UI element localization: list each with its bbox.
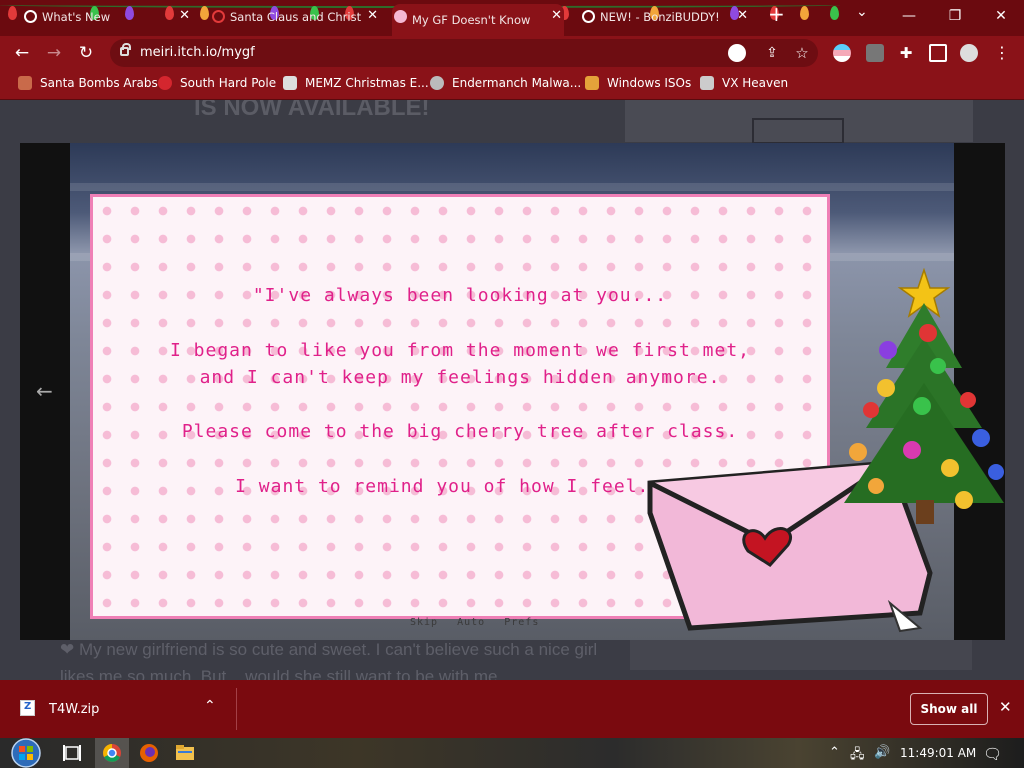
envelope-thumbnail xyxy=(752,118,844,144)
auto-button[interactable]: Auto xyxy=(457,617,485,628)
snowflake-icon xyxy=(158,76,172,90)
bookmark-memz-christmas[interactable]: MEMZ Christmas E... xyxy=(283,76,429,90)
letter-icon xyxy=(394,10,407,23)
santa-icon xyxy=(18,76,32,90)
lock-icon[interactable] xyxy=(120,43,131,56)
santa-icon xyxy=(212,10,225,23)
skip-button[interactable]: Skip xyxy=(410,617,438,628)
menu-dots-icon[interactable]: ⋮ xyxy=(990,42,1014,64)
tray-overflow-chevron-icon[interactable]: ⌃ xyxy=(829,745,840,760)
memz-icon xyxy=(283,76,297,90)
tab-my-gf[interactable]: My GF Doesn't Know ✕ xyxy=(392,4,564,36)
bookmark-endermanch-malware[interactable]: Endermanch Malwa... xyxy=(430,76,581,90)
game-screenshot: "I've always been looking at you... I be… xyxy=(70,143,954,640)
close-shelf-icon[interactable]: ✕ xyxy=(999,698,1012,716)
file-explorer-icon[interactable] xyxy=(174,742,196,764)
download-file-name[interactable]: T4W.zip xyxy=(49,702,99,717)
side-panel-icon[interactable] xyxy=(929,44,947,62)
profile-avatar-icon[interactable] xyxy=(960,44,978,62)
minimize-button[interactable]: — xyxy=(886,4,932,28)
extension-s-icon[interactable] xyxy=(866,44,884,62)
tab-santa-claus[interactable]: Santa Claus and Christ ✕ xyxy=(210,4,380,30)
letter-line: and I can't keep my feelings hidden anym… xyxy=(199,367,721,388)
bulb-icon xyxy=(800,6,809,20)
start-orb-icon[interactable] xyxy=(8,738,44,768)
firefox-icon[interactable] xyxy=(138,742,160,764)
letter-line: Please come to the big cherry tree after… xyxy=(181,421,739,442)
letter-line: "I've always been looking at you... xyxy=(252,285,668,306)
windows-taskbar: ⌃ 🖧 🔊 11:49:01 AM 🗨 xyxy=(0,738,1024,768)
background-panel xyxy=(630,640,972,670)
zip-file-icon xyxy=(20,700,35,716)
chrome-taskbar-icon[interactable] xyxy=(95,738,129,768)
tab-search-chevron-icon[interactable]: ⌄ xyxy=(856,4,868,20)
network-icon[interactable]: 🖧 xyxy=(850,745,865,767)
forward-button[interactable]: → xyxy=(42,42,66,64)
reload-button[interactable]: ↻ xyxy=(74,42,98,64)
task-view-icon[interactable] xyxy=(61,742,83,764)
google-icon[interactable] xyxy=(728,44,746,62)
browser-toolbar: ← → ↻ meiri.itch.io/mygf ⇪ ☆ ✚ ⋮ xyxy=(0,36,1024,70)
tab-bar: What's New ✕ Santa Claus and Christ ✕ My… xyxy=(0,0,1024,36)
chrome-icon xyxy=(24,10,37,23)
new-tab-button[interactable]: + xyxy=(768,2,785,26)
previous-screenshot-arrow-icon[interactable]: ← xyxy=(36,379,53,403)
divider xyxy=(236,688,237,730)
folder-user-icon xyxy=(585,76,599,90)
cat-icon xyxy=(430,76,444,90)
bookmark-vx-heaven[interactable]: VX Heaven xyxy=(700,76,788,90)
address-bar[interactable]: meiri.itch.io/mygf ⇪ ☆ xyxy=(110,39,818,67)
tab-bonzibuddy[interactable]: NEW! - BonziBUDDY! ✕ xyxy=(580,4,750,30)
chevron-up-icon[interactable]: ⌃ xyxy=(204,698,216,714)
volume-icon[interactable]: 🔊 xyxy=(874,745,890,760)
extensions-puzzle-icon[interactable]: ✚ xyxy=(894,42,918,64)
download-shelf: T4W.zip ⌃ Show all ✕ xyxy=(0,680,1024,738)
christmas-tree-icon xyxy=(844,268,1004,524)
page-heading: IS NOW AVAILABLE! xyxy=(194,100,430,121)
extension-flag-icon[interactable] xyxy=(833,44,851,62)
restore-button[interactable]: ❐ xyxy=(932,4,978,28)
notifications-icon[interactable]: 🗨 xyxy=(983,745,1002,763)
prefs-button[interactable]: Prefs xyxy=(504,617,539,628)
taskbar-clock[interactable]: 11:49:01 AM xyxy=(900,746,976,760)
back-button[interactable]: ← xyxy=(10,42,34,64)
bookmark-windows-isos[interactable]: Windows ISOs xyxy=(585,76,691,90)
show-all-button[interactable]: Show all xyxy=(910,693,988,725)
letter-line: I began to like you from the moment we f… xyxy=(169,340,750,361)
game-controls: Skip Auto Prefs xyxy=(410,617,551,628)
close-tab-icon[interactable]: ✕ xyxy=(551,8,562,23)
tab-whats-new[interactable]: What's New ✕ xyxy=(22,4,192,30)
bulb-icon xyxy=(830,6,839,20)
bookmark-star-icon[interactable]: ☆ xyxy=(790,42,814,64)
close-tab-icon[interactable]: ✕ xyxy=(179,8,190,23)
close-tab-icon[interactable]: ✕ xyxy=(737,8,748,23)
bookmarks-bar: Santa Bombs Arabs South Hard Pole MEMZ C… xyxy=(0,70,1024,100)
bulb-icon xyxy=(200,6,209,20)
close-tab-icon[interactable]: ✕ xyxy=(367,8,378,23)
game-description: ❤ My new girlfriend is so cute and sweet… xyxy=(60,640,598,680)
background-stripe xyxy=(70,183,954,191)
globe-icon xyxy=(582,10,595,23)
close-window-button[interactable]: ✕ xyxy=(978,4,1024,28)
bookmark-south-hard-pole[interactable]: South Hard Pole xyxy=(158,76,276,90)
vx-heaven-icon xyxy=(700,76,714,90)
bulb-icon xyxy=(8,6,17,20)
bookmark-santa-bombs-arabs[interactable]: Santa Bombs Arabs xyxy=(18,76,158,90)
share-icon[interactable]: ⇪ xyxy=(760,42,784,64)
